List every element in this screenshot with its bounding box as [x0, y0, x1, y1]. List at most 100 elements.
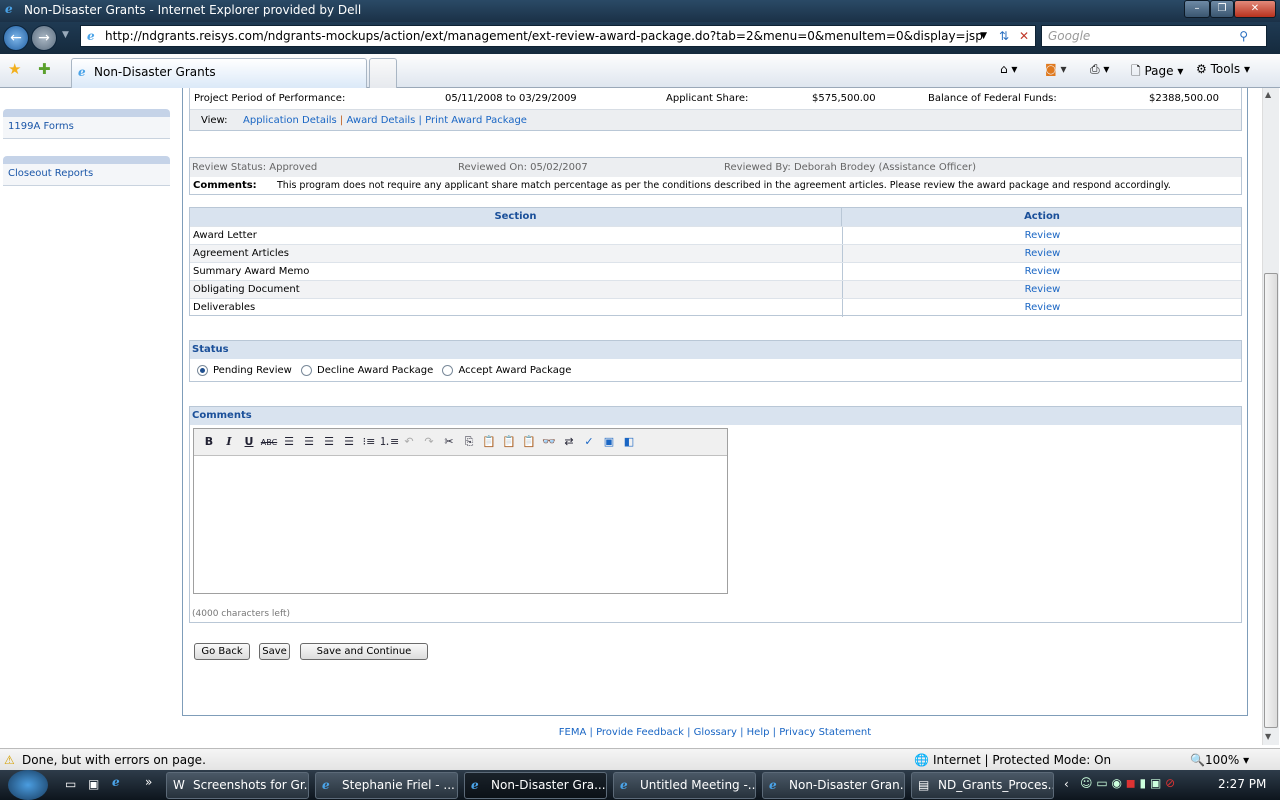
minimize-button[interactable]: – — [1184, 0, 1210, 18]
review-link[interactable]: Review — [1025, 302, 1061, 313]
italic-icon[interactable]: I — [219, 432, 239, 452]
privacy-statement-link[interactable]: Privacy Statement — [779, 727, 871, 738]
review-link[interactable]: Review — [1025, 266, 1061, 277]
taskbar-item[interactable]: W Screenshots for Gr... — [166, 772, 309, 799]
scrollbar-thumb[interactable] — [1264, 273, 1278, 728]
back-button[interactable]: ← — [3, 25, 29, 51]
close-button[interactable]: ✕ — [1234, 0, 1276, 18]
paste-icon[interactable]: 📋 — [479, 432, 499, 452]
tray-icons[interactable]: ☺ ▭ ◉ ◼ ▮ ▣ ⊘ — [1080, 776, 1175, 790]
print-award-package-link[interactable]: Print Award Package — [425, 115, 527, 126]
radio-button[interactable] — [301, 364, 313, 376]
radio-decline-award-package[interactable]: Decline Award Package — [301, 364, 433, 376]
switch-windows-icon[interactable]: ▣ — [88, 777, 99, 791]
align-center-icon[interactable]: ☰ — [299, 432, 319, 452]
review-comments-label: Comments: — [193, 180, 257, 191]
bold-icon[interactable]: B — [199, 432, 219, 452]
reviewed-on: Reviewed On: 05/02/2007 — [458, 162, 588, 173]
taskbar-item-label: Screenshots for Gr... — [193, 778, 309, 792]
ie-quicklaunch-icon[interactable]: e — [112, 775, 120, 789]
tray-expand-icon[interactable]: ‹ — [1064, 777, 1069, 791]
glossary-link[interactable]: Glossary — [694, 727, 737, 738]
taskbar-item[interactable]: e Non-Disaster Gran... — [762, 772, 905, 799]
paste-word-icon[interactable]: 📋 — [519, 432, 539, 452]
taskbar-item[interactable]: ▤ ND_Grants_Proces... — [911, 772, 1054, 799]
forward-button[interactable]: → — [31, 25, 57, 51]
address-dropdown-icon[interactable]: ▼ — [980, 26, 987, 46]
cut-icon[interactable]: ✂ — [439, 432, 459, 452]
radio-label: Accept Award Package — [458, 365, 572, 376]
select-all-icon[interactable]: ▣ — [599, 432, 619, 452]
start-button[interactable] — [8, 770, 48, 800]
scroll-up-icon[interactable]: ▲ — [1265, 90, 1271, 99]
page-menu[interactable]: 🗋 Page ▾ — [1131, 62, 1183, 83]
go-back-button[interactable]: Go Back — [194, 643, 250, 660]
provide-feedback-link[interactable]: Provide Feedback — [596, 727, 684, 738]
spellcheck-icon[interactable]: ✓ — [579, 432, 599, 452]
address-bar[interactable]: e http://ndgrants.reisys.com/ndgrants-mo… — [80, 25, 1036, 47]
award-details-link[interactable]: Award Details — [346, 115, 415, 126]
taskbar-item[interactable]: e Stephanie Friel - ... — [315, 772, 458, 799]
bullet-list-icon[interactable]: ⁝≡ — [359, 432, 379, 452]
history-dropdown-icon[interactable]: ▼ — [62, 30, 69, 40]
rich-text-editor[interactable]: B I U ABC ☰ ☰ ☰ ☰ ⁝≡ ⒈≡ ↶ ↷ ✂ ⎘ 📋 📋 📋 👓 ⇄ ✓ ▣ ◧ — [193, 428, 728, 594]
copy-icon[interactable]: ⎘ — [459, 432, 479, 452]
show-desktop-icon[interactable]: ▭ — [65, 777, 76, 791]
search-placeholder: Google — [1048, 29, 1091, 43]
editor-toolbar: B I U ABC ☰ ☰ ☰ ☰ ⁝≡ ⒈≡ ↶ ↷ ✂ ⎘ 📋 📋 📋 👓 ⇄ ✓ ▣ ◧ — [194, 429, 727, 456]
status-radio-group: Pending Review Decline Award Package Acc… — [190, 362, 1241, 380]
taskbar-item[interactable]: e Non-Disaster Gra... — [464, 772, 607, 799]
period-label: Project Period of Performance: — [194, 93, 346, 104]
feeds-icon[interactable]: ◙ ▾ — [1045, 62, 1067, 76]
help-link[interactable]: Help — [747, 727, 770, 738]
source-icon[interactable]: ◧ — [619, 432, 639, 452]
radio-button[interactable] — [442, 364, 454, 376]
radio-pending-review[interactable]: Pending Review — [197, 364, 292, 376]
tools-menu[interactable]: ⚙ Tools ▾ — [1196, 62, 1250, 76]
scroll-down-icon[interactable]: ▼ — [1265, 732, 1271, 741]
ie-tab-icon: e — [78, 65, 86, 79]
strikethrough-icon[interactable]: ABC — [259, 433, 279, 453]
justify-icon[interactable]: ☰ — [339, 432, 359, 452]
print-icon[interactable]: ⎙ ▾ — [1090, 62, 1109, 77]
table-header: Section Action — [190, 208, 1241, 226]
underline-icon[interactable]: U — [239, 432, 259, 452]
review-link[interactable]: Review — [1025, 230, 1061, 241]
align-left-icon[interactable]: ☰ — [279, 432, 299, 452]
warning-icon[interactable]: ⚠ — [4, 749, 15, 771]
save-and-continue-button[interactable]: Save and Continue — [300, 643, 428, 660]
sidebar-item-1199a-forms[interactable]: 1199A Forms — [3, 117, 170, 139]
align-right-icon[interactable]: ☰ — [319, 432, 339, 452]
zoom-control[interactable]: 🔍100% ▾ — [1190, 749, 1249, 771]
review-link[interactable]: Review — [1025, 284, 1061, 295]
vertical-scrollbar[interactable]: ▲ ▼ — [1262, 88, 1279, 745]
radio-accept-award-package[interactable]: Accept Award Package — [442, 364, 572, 376]
application-details-link[interactable]: Application Details — [243, 115, 337, 126]
page-menu-label: Page — [1144, 64, 1174, 78]
paste-text-icon[interactable]: 📋 — [499, 432, 519, 452]
save-button[interactable]: Save — [259, 643, 290, 660]
redo-icon[interactable]: ↷ — [419, 432, 439, 452]
sidebar-item-closeout-reports[interactable]: Closeout Reports — [3, 164, 170, 186]
search-input[interactable]: Google ⚲ — [1041, 25, 1267, 47]
clock: 2:27 PM — [1218, 777, 1267, 791]
stop-icon[interactable]: ✕ — [1019, 26, 1029, 46]
tab-non-disaster-grants[interactable]: e Non-Disaster Grants — [71, 58, 367, 88]
find-icon[interactable]: 👓 — [539, 432, 559, 452]
taskbar-item[interactable]: e Untitled Meeting -... — [613, 772, 756, 799]
restore-button[interactable]: ❐ — [1210, 0, 1234, 18]
new-tab-button[interactable] — [369, 58, 397, 88]
replace-icon[interactable]: ⇄ — [559, 432, 579, 452]
review-link[interactable]: Review — [1025, 248, 1061, 259]
radio-button[interactable] — [197, 364, 208, 376]
refresh-icon[interactable]: ⇅ — [999, 26, 1009, 46]
home-icon[interactable]: ⌂ ▾ — [1000, 62, 1017, 76]
quicklaunch-more-icon[interactable]: » — [145, 775, 152, 789]
summary-panel: Project Period of Performance: 05/11/200… — [189, 88, 1242, 131]
undo-icon[interactable]: ↶ — [399, 432, 419, 452]
numbered-list-icon[interactable]: ⒈≡ — [379, 432, 399, 452]
search-icon[interactable]: ⚲ — [1239, 26, 1248, 46]
fema-link[interactable]: FEMA — [559, 727, 587, 738]
favorites-star-icon[interactable]: ★ — [8, 60, 21, 78]
add-favorite-icon[interactable]: ✚ — [38, 60, 51, 78]
